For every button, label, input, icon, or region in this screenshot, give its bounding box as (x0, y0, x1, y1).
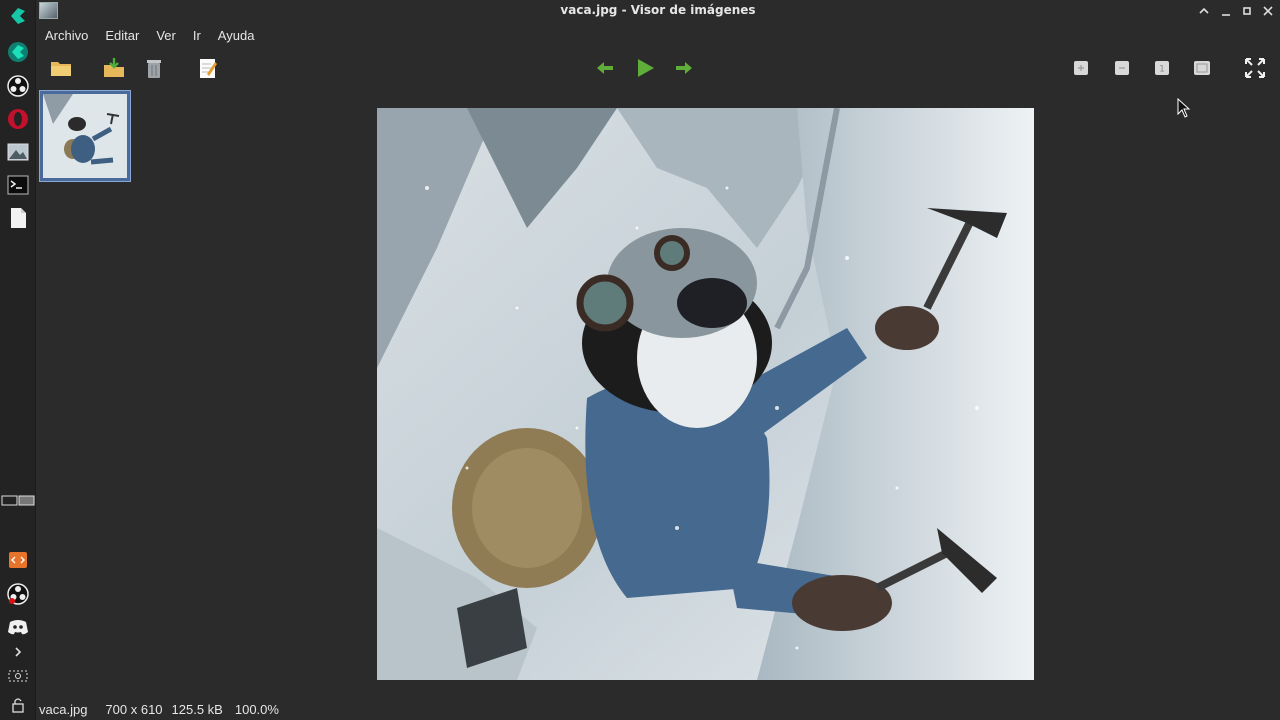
zoom-out-icon[interactable] (1110, 56, 1134, 80)
status-filename: vaca.jpg (39, 702, 88, 717)
thumbnail-image (43, 94, 127, 178)
thumbnail-item[interactable] (39, 90, 131, 182)
fullscreen-icon[interactable] (1243, 56, 1267, 80)
status-zoom: 100.0% (234, 702, 279, 717)
code-editor-icon[interactable] (5, 547, 31, 573)
close-button[interactable] (1260, 3, 1276, 19)
menu-ayuda[interactable]: Ayuda (209, 24, 263, 48)
obs-icon[interactable] (5, 73, 31, 99)
mouse-cursor-icon (1177, 97, 1191, 118)
status-bar: vaca.jpg 700 x 610 125.5 kB 100.0% (36, 700, 285, 720)
chevron-right-icon[interactable] (5, 639, 31, 665)
edit-icon[interactable] (196, 56, 220, 80)
menu-editar[interactable]: Editar (96, 24, 147, 48)
image-viewer-window: vaca.jpg - Visor de imágenes Archivo Edi… (0, 0, 1280, 720)
forward-arrow-icon[interactable] (672, 56, 696, 80)
text-file-icon[interactable] (5, 205, 31, 231)
save-icon[interactable] (102, 56, 126, 80)
status-filesize: 125.5 kB (171, 702, 223, 717)
app-launcher-icon[interactable] (5, 3, 31, 29)
discord-icon[interactable] (5, 614, 31, 640)
terminal-icon[interactable] (5, 172, 31, 198)
svg-text:1: 1 (1159, 65, 1165, 75)
title-bar: vaca.jpg - Visor de imágenes (36, 0, 1280, 22)
status-dimensions: 700 x 610 (105, 702, 163, 717)
zoom-in-icon[interactable] (1069, 56, 1093, 80)
menu-ir[interactable]: Ir (184, 24, 209, 48)
menu-ver[interactable]: Ver (147, 24, 184, 48)
workspace-switcher-icon[interactable] (1, 487, 35, 513)
lock-icon[interactable] (5, 692, 31, 718)
zoom-fit-icon[interactable]: 1 (1150, 56, 1174, 80)
back-arrow-icon[interactable] (593, 56, 617, 80)
open-folder-icon[interactable] (49, 56, 73, 80)
main-image (377, 108, 1034, 680)
obs-recording-icon[interactable] (5, 581, 31, 607)
app-icon-green[interactable] (5, 39, 31, 65)
minimize-button[interactable] (1218, 3, 1234, 19)
zoom-100-icon[interactable] (1190, 56, 1214, 80)
restore-button[interactable] (1239, 3, 1255, 19)
opera-icon[interactable] (5, 106, 31, 132)
taskbar-dock (0, 0, 36, 720)
screenshot-tool-icon[interactable] (5, 663, 31, 689)
play-icon[interactable] (633, 56, 657, 80)
trash-icon[interactable] (142, 56, 166, 80)
window-title: vaca.jpg - Visor de imágenes (560, 3, 756, 17)
image-viewer-dock-icon[interactable] (5, 139, 31, 165)
menu-archivo[interactable]: Archivo (36, 24, 96, 48)
maximize-up-icon[interactable] (1196, 3, 1212, 19)
menu-bar: Archivo Editar Ver Ir Ayuda (36, 24, 262, 48)
